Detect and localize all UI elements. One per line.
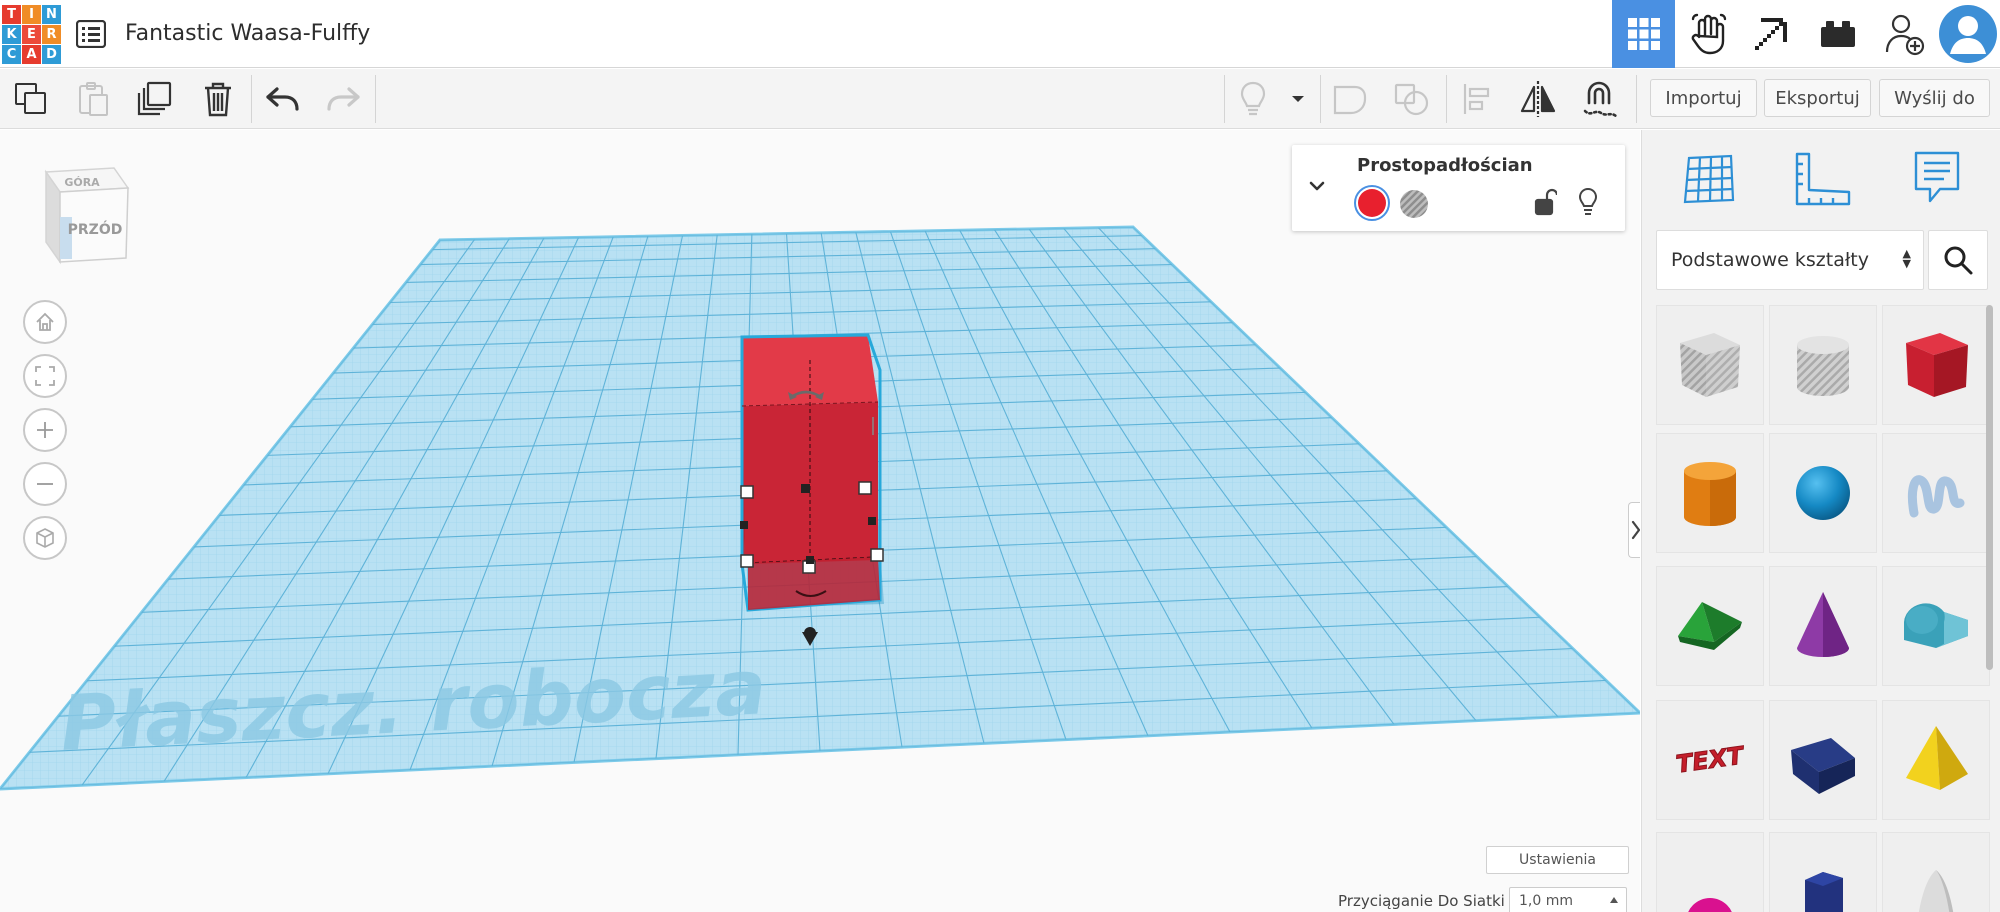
bricks-icon[interactable] [1806, 0, 1869, 68]
logo-letter: D [42, 45, 61, 64]
logo-letter: R [42, 25, 61, 44]
project-list-icon[interactable] [75, 19, 107, 49]
ruler-icon[interactable] [1768, 142, 1878, 214]
settings-button[interactable]: Ustawienia [1486, 846, 1629, 874]
view-cube[interactable]: GÓRA PRZÓD [38, 162, 132, 266]
home-icon[interactable] [23, 300, 67, 344]
toolbar-separator [1320, 75, 1321, 123]
zoom-in-icon[interactable] [23, 408, 67, 452]
mirror-icon[interactable] [1510, 69, 1566, 129]
paste-icon[interactable] [65, 69, 121, 129]
undo-icon[interactable] [255, 69, 311, 129]
lock-open-icon[interactable] [1533, 188, 1559, 216]
shape-box[interactable] [1882, 305, 1990, 425]
send-to-button[interactable]: Wyślij do [1879, 79, 1990, 117]
logo-letter: K [2, 25, 21, 44]
snap-grid-value: 1,0 mm [1519, 893, 1573, 909]
logo-letter: A [22, 45, 41, 64]
logo-letter: I [22, 5, 41, 24]
magnet-icon[interactable] [1574, 69, 1630, 129]
shapes-panel: Podstawowe kształty ▲ ▼ TEXT [1641, 130, 2000, 912]
shape-cone[interactable] [1769, 566, 1877, 686]
shape-roof[interactable] [1656, 566, 1764, 686]
project-title[interactable]: Fantastic Waasa-Fulffy [125, 21, 370, 46]
shape-sphere[interactable] [1769, 433, 1877, 553]
panel-collapse-toggle[interactable] [1628, 502, 1640, 558]
workspace-3d-view[interactable]: Płaszcz. robocza GÓRA PRZÓD Prostopadłoś… [0, 130, 1640, 912]
minecraft-pickaxe-icon[interactable] [1741, 0, 1804, 68]
duplicate-icon[interactable] [127, 69, 183, 129]
perspective-icon[interactable] [23, 516, 67, 560]
solid-color-button[interactable] [1354, 185, 1390, 221]
logo-letter: C [2, 45, 21, 64]
shape-half-sphere[interactable] [1656, 832, 1764, 912]
chevron-up-icon [1610, 897, 1618, 903]
zoom-out-icon[interactable] [23, 462, 67, 506]
shape-cylinder[interactable] [1656, 433, 1764, 553]
toolbar-separator [375, 75, 376, 123]
shape-library-select[interactable]: Podstawowe kształty ▲ ▼ [1656, 230, 1924, 290]
shape-name[interactable]: Prostopadłościan [1357, 155, 1533, 176]
select-arrows-icon: ▲ ▼ [1902, 247, 1911, 270]
shape-polygon[interactable] [1769, 832, 1877, 912]
shape-round-roof[interactable] [1882, 566, 1990, 686]
view-cube-front-label: PRZÓD [68, 220, 123, 238]
toolbar-separator [1636, 75, 1637, 123]
shapes-scrollbar[interactable] [1986, 305, 1993, 670]
avatar-icon[interactable] [1936, 0, 2000, 68]
copy-icon[interactable] [3, 69, 59, 129]
workplane-scene[interactable]: Płaszcz. robocza [0, 130, 1640, 912]
shape-pyramid[interactable] [1882, 700, 1990, 820]
toolbar-separator [251, 75, 252, 123]
shape-cylinder-hole[interactable] [1769, 305, 1877, 425]
svg-text:TEXT: TEXT [1674, 741, 1746, 778]
tinkercad-editor: T I N K E R C A D Fantastic Waasa-Fulffy [0, 0, 2000, 912]
fit-view-icon[interactable] [23, 354, 67, 398]
align-icon[interactable] [1450, 69, 1506, 129]
logo-letter: T [2, 5, 21, 24]
snap-grid-label: Przyciąganie Do Siatki [1338, 892, 1505, 910]
main-toolbar: Importuj Eksportuj Wyślij do [0, 69, 2000, 129]
redo-icon[interactable] [315, 69, 371, 129]
export-button[interactable]: Eksportuj [1764, 79, 1871, 117]
ungroup-icon[interactable] [1384, 69, 1440, 129]
add-user-icon[interactable] [1875, 0, 1935, 68]
workplane-grid-icon[interactable] [1654, 142, 1764, 214]
shape-paraboloid[interactable] [1882, 832, 1990, 912]
solid-color-swatch [1358, 189, 1386, 217]
design-3d-icon[interactable] [1612, 0, 1675, 68]
logo-letter: E [22, 25, 41, 44]
shape-text[interactable]: TEXT [1656, 700, 1764, 820]
logo-letter: N [42, 5, 61, 24]
simulation-hand-icon[interactable] [1676, 0, 1739, 68]
delete-icon[interactable] [190, 69, 246, 129]
shape-library-value: Podstawowe kształty [1671, 249, 1869, 271]
tinkercad-logo[interactable]: T I N K E R C A D [2, 5, 61, 64]
shape-scribble[interactable] [1882, 433, 1990, 553]
shape-wedge[interactable] [1769, 700, 1877, 820]
light-bulb-icon[interactable] [1225, 69, 1281, 129]
search-icon[interactable] [1928, 230, 1988, 290]
toolbar-separator [1446, 75, 1447, 123]
notes-icon[interactable] [1882, 142, 1992, 214]
chevron-down-icon[interactable] [1306, 175, 1328, 197]
shape-inspector-panel: Prostopadłościan [1292, 145, 1625, 231]
top-header: T I N K E R C A D Fantastic Waasa-Fulffy [0, 0, 2000, 68]
light-bulb-icon[interactable] [1577, 187, 1599, 217]
hole-button[interactable] [1398, 188, 1430, 220]
view-cube-top-label: GÓRA [64, 176, 100, 189]
shape-box-hole[interactable] [1656, 305, 1764, 425]
group-icon[interactable] [1322, 69, 1378, 129]
import-button[interactable]: Importuj [1650, 79, 1757, 117]
snap-grid-select[interactable]: 1,0 mm [1509, 887, 1627, 912]
chevron-down-icon[interactable] [1278, 69, 1318, 129]
